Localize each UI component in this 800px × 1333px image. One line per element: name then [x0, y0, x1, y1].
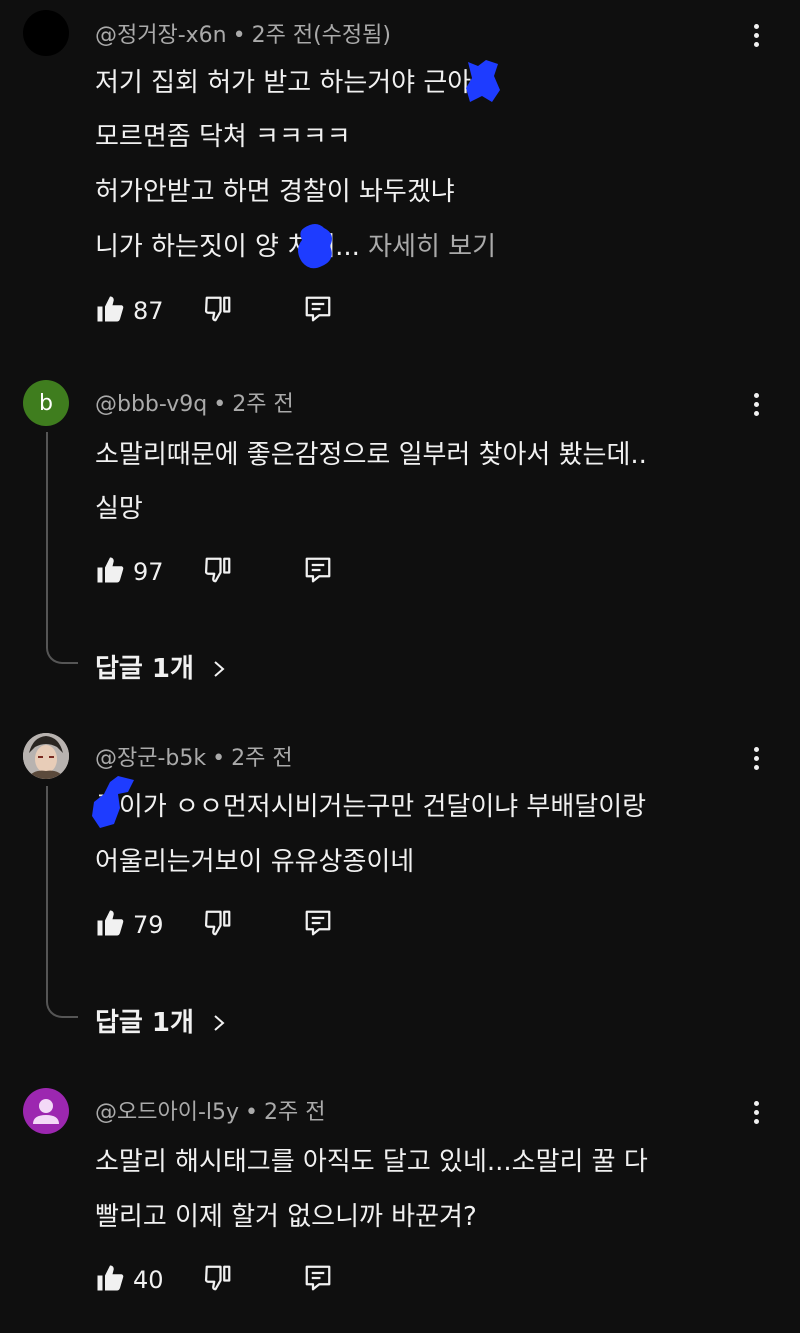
- censor-blot: [466, 60, 500, 102]
- read-more-link[interactable]: 자세히 보기: [368, 232, 496, 262]
- comment-text-line: 모르면좀 닥쳐 ㅋㅋㅋㅋ: [95, 122, 351, 152]
- comment-text-line: 허가안받고 하면 경찰이 놔두겠냐: [95, 177, 455, 207]
- separator-dot: •: [245, 1100, 259, 1125]
- reply-comment-icon[interactable]: [303, 908, 333, 938]
- separator-dot: •: [232, 23, 246, 48]
- timestamp: 2주 전: [231, 746, 293, 771]
- like-count: 79: [133, 911, 164, 939]
- reply-comment-icon[interactable]: [303, 294, 333, 324]
- thread-connector: [46, 432, 78, 664]
- comment-text-line: 저기 집회 허가 받고 하는거야 근아: [95, 68, 472, 98]
- reply-comment-icon[interactable]: [303, 1263, 333, 1293]
- thumbs-down-icon[interactable]: [203, 294, 233, 324]
- chevron-right-icon: [214, 1015, 225, 1031]
- timestamp: 2주 전: [264, 1100, 326, 1125]
- timestamp: 2주 전(수정됨): [251, 23, 391, 48]
- comment-meta: @오드아이-l5y • 2주 전: [95, 1094, 326, 1126]
- comment-text-line: 소말리 해시태그를 아직도 달고 있네...소말리 꿀 다: [95, 1147, 648, 1177]
- comment-text-line: 어울리는거보이 유유상종이네: [95, 847, 415, 877]
- author-name[interactable]: @장군-b5k: [95, 746, 206, 771]
- avatar[interactable]: [23, 733, 69, 779]
- more-vert-icon[interactable]: [744, 389, 768, 419]
- avatar[interactable]: [23, 1088, 69, 1134]
- author-name[interactable]: @정거장-x6n: [95, 23, 227, 48]
- comment-actions: 87: [95, 294, 355, 328]
- avatar[interactable]: b: [23, 380, 69, 426]
- censor-blot: [92, 776, 134, 828]
- thumbs-up-icon[interactable]: [95, 555, 125, 585]
- anime-avatar-image: [23, 733, 69, 779]
- censor-blot: [298, 224, 332, 269]
- comment-meta: @정거장-x6n • 2주 전(수정됨): [95, 17, 391, 49]
- comment-text-line: 실망: [95, 494, 143, 524]
- separator-dot: •: [212, 746, 226, 771]
- thread-connector: [46, 786, 78, 1018]
- author-name[interactable]: @bbb-v9q: [95, 392, 207, 417]
- thumbs-down-icon[interactable]: [203, 908, 233, 938]
- replies-count: 답글 1개: [95, 1008, 194, 1038]
- thumbs-up-icon[interactable]: [95, 1263, 125, 1293]
- comment-meta: @장군-b5k • 2주 전: [95, 740, 293, 772]
- avatar-letter: b: [39, 390, 53, 416]
- view-replies-button[interactable]: 답글 1개: [95, 648, 227, 685]
- like-count: 87: [133, 297, 164, 325]
- author-name[interactable]: @오드아이-l5y: [95, 1100, 239, 1125]
- separator-dot: •: [213, 392, 227, 417]
- thumbs-down-icon[interactable]: [203, 555, 233, 585]
- chevron-right-icon: [214, 661, 225, 677]
- view-replies-button[interactable]: 답글 1개: [95, 1002, 227, 1039]
- more-vert-icon[interactable]: [744, 1097, 768, 1127]
- like-count: 40: [133, 1266, 164, 1294]
- comment-text-line: 소말리때문에 좋은감정으로 일부러 찾아서 봤는데..: [95, 440, 647, 470]
- timestamp: 2주 전: [232, 392, 294, 417]
- comment-actions: 40: [95, 1263, 355, 1297]
- reply-comment-icon[interactable]: [303, 555, 333, 585]
- comment-meta: @bbb-v9q • 2주 전: [95, 386, 294, 418]
- comment-text-line: 근이가 ㅇㅇ먼저시비거는구만 건달이냐 부배달이랑: [95, 792, 647, 822]
- comment-text-line: 빨리고 이제 할거 없으니까 바꾼겨?: [95, 1202, 477, 1232]
- thumbs-up-icon[interactable]: [95, 908, 125, 938]
- replies-count: 답글 1개: [95, 654, 194, 684]
- default-user-icon: [33, 1099, 59, 1124]
- more-vert-icon[interactable]: [744, 743, 768, 773]
- thumbs-up-icon[interactable]: [95, 294, 125, 324]
- thumbs-down-icon[interactable]: [203, 1263, 233, 1293]
- more-vert-icon[interactable]: [744, 20, 768, 50]
- comment-actions: 97: [95, 555, 355, 589]
- like-count: 97: [133, 558, 164, 586]
- avatar[interactable]: [23, 10, 69, 56]
- comment-actions: 79: [95, 908, 355, 942]
